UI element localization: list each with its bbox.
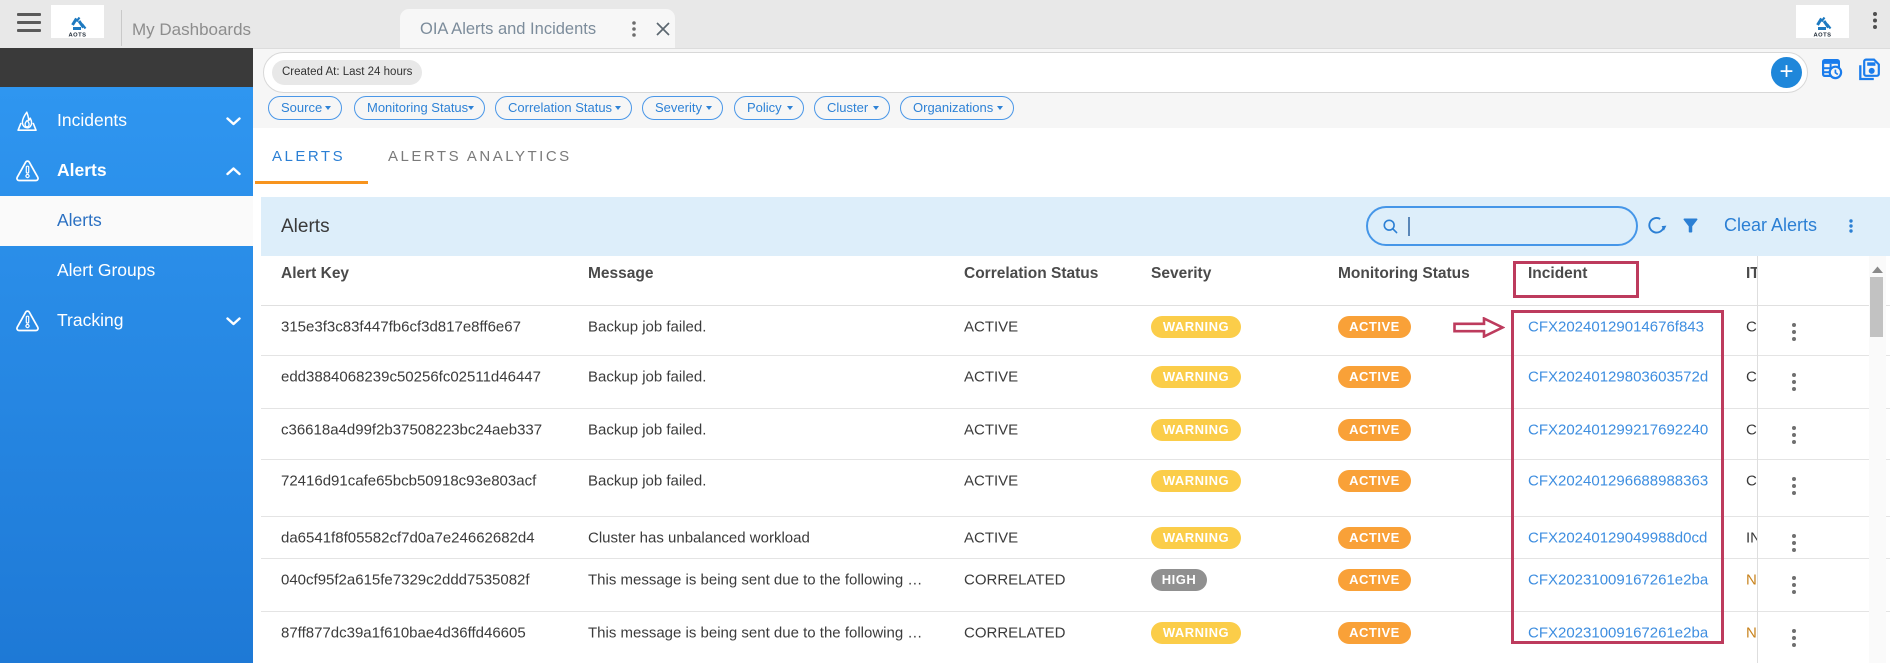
svg-text:AOTS: AOTS: [1813, 33, 1831, 39]
svg-text:AOTS: AOTS: [68, 33, 86, 39]
